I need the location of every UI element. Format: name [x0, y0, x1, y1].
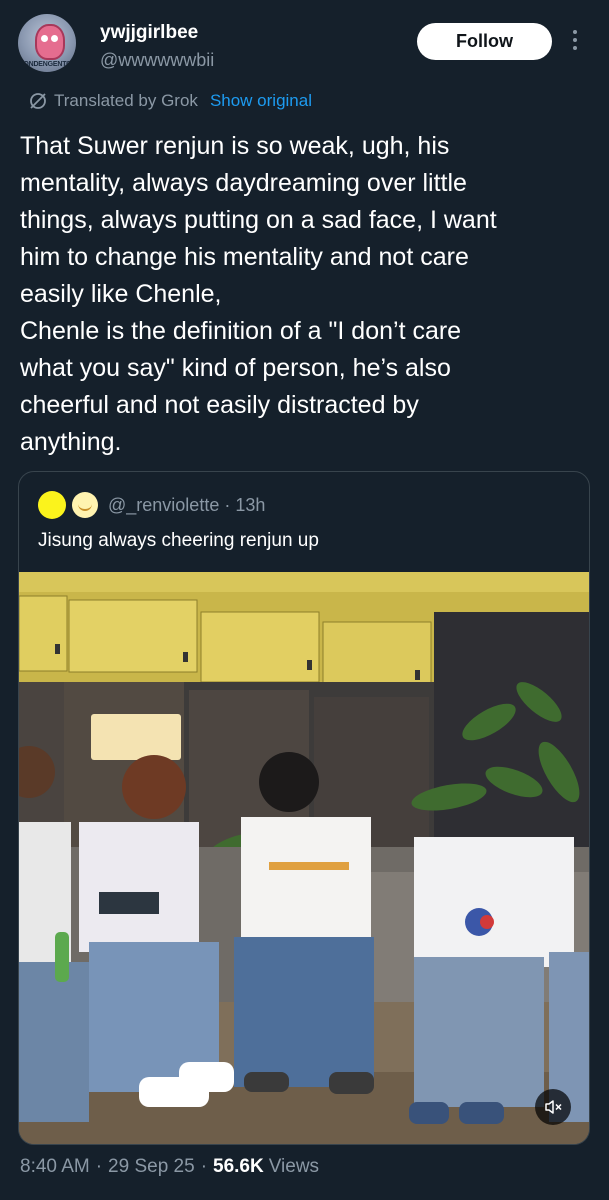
author-display-name[interactable]: ywjjgirlbee [100, 22, 198, 44]
more-vertical-icon[interactable] [570, 30, 580, 56]
quoted-tweet-text: Jisung always cheering renjun up [38, 530, 319, 551]
views-label: Views [268, 1156, 320, 1177]
author-avatar[interactable]: RONDENGENTOT [18, 14, 76, 72]
views-count: 56.6K [213, 1156, 264, 1177]
meta-separator: · [95, 1156, 103, 1177]
post-time[interactable]: 8:40 AM [20, 1156, 90, 1178]
quoted-time: 13h [235, 494, 266, 515]
quoted-tweet-card[interactable]: @_renviolette · 13h Jisung always cheeri… [18, 471, 590, 1145]
meta-separator: · [200, 1156, 208, 1177]
quoted-avatar[interactable] [38, 491, 66, 519]
video-frame [19, 572, 589, 1144]
follow-button[interactable]: Follow [417, 23, 552, 60]
avatar-caption: RONDENGENTOT [18, 61, 76, 68]
quoted-separator: · [224, 494, 231, 515]
tweet-text: That Suwer renjun is so weak, ugh, his m… [20, 132, 497, 456]
speaker-muted-icon[interactable] [535, 1089, 571, 1125]
translation-row: Translated by Grok Show original [28, 89, 312, 113]
translated-by-label: Translated by Grok [54, 91, 198, 110]
post-date[interactable]: 29 Sep 25 [108, 1156, 195, 1178]
author-handle[interactable]: @wwwwwwbii [100, 50, 214, 71]
smiling-emoji-icon [72, 492, 98, 518]
quoted-handle[interactable]: @_renviolette [108, 495, 219, 516]
grok-slash-icon [30, 93, 46, 109]
quoted-tweet-header: @_renviolette · 13h [38, 489, 265, 521]
quoted-video[interactable] [19, 572, 589, 1144]
tweet-meta: 8:40 AM · 29 Sep 25 · 56.6K Views [20, 1156, 319, 1178]
avatar-character [35, 24, 65, 60]
show-original-link[interactable]: Show original [210, 91, 312, 111]
